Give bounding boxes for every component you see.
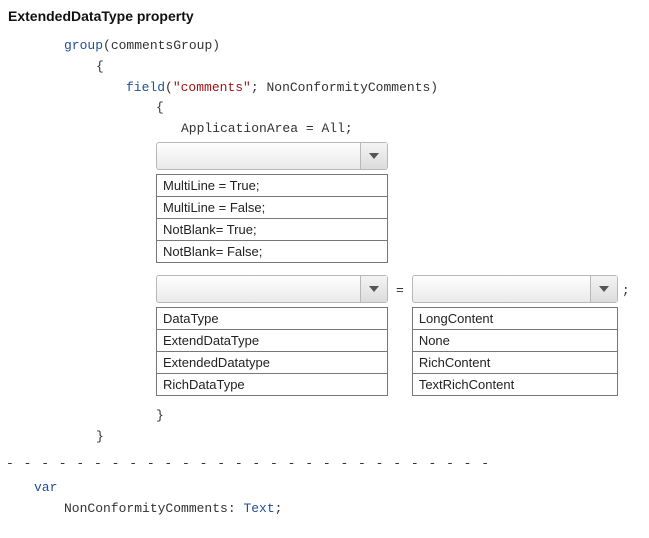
- code-line: {: [6, 57, 643, 78]
- combobox-button[interactable]: [360, 143, 387, 169]
- combobox-button[interactable]: [360, 276, 387, 302]
- paren-close: ): [212, 38, 220, 53]
- list-item[interactable]: TextRichContent: [413, 374, 617, 396]
- option-list-left: DataType ExtendDataType ExtendedDatatype…: [156, 307, 388, 396]
- paren-open: (: [103, 38, 111, 53]
- paren-open: (: [165, 80, 173, 95]
- brace-open: {: [96, 59, 104, 74]
- chevron-down-icon: [369, 279, 379, 300]
- dropdown-block-left: DataType ExtendDataType ExtendedDatatype…: [156, 275, 388, 396]
- combobox-right[interactable]: [412, 275, 618, 303]
- code-block: group(commentsGroup) { field("comments";…: [6, 36, 643, 520]
- code-line: {: [6, 98, 643, 119]
- list-item[interactable]: MultiLine = True;: [157, 175, 387, 197]
- code-line: field("comments"; NonConformityComments): [6, 78, 643, 99]
- chevron-down-icon: [599, 279, 609, 300]
- combobox-value[interactable]: [157, 143, 360, 169]
- option-list-top: MultiLine = True; MultiLine = False; Not…: [156, 174, 388, 263]
- equals: =: [306, 121, 314, 136]
- paren-close: ): [430, 80, 438, 95]
- dropdown-row: DataType ExtendDataType ExtendedDatatype…: [156, 275, 643, 396]
- list-item[interactable]: MultiLine = False;: [157, 197, 387, 219]
- list-item[interactable]: RichDataType: [157, 374, 387, 396]
- list-item[interactable]: DataType: [157, 308, 387, 330]
- list-item[interactable]: ExtendedDatatype: [157, 352, 387, 374]
- page-title: ExtendedDataType property: [6, 8, 643, 24]
- semicolon: ;: [251, 80, 259, 95]
- equals: =: [396, 275, 404, 302]
- code-line: }: [6, 427, 643, 448]
- property-value: All: [321, 121, 344, 136]
- combobox-value[interactable]: [157, 276, 360, 302]
- list-item[interactable]: NotBlank= False;: [157, 241, 387, 263]
- brace-close: }: [156, 408, 164, 423]
- combobox-top[interactable]: [156, 142, 388, 170]
- code-line: NonConformityComments: Text;: [6, 499, 643, 520]
- combobox-left[interactable]: [156, 275, 388, 303]
- list-item[interactable]: RichContent: [413, 352, 617, 374]
- semicolon: ;: [345, 121, 353, 136]
- semicolon: ;: [622, 275, 630, 302]
- combobox-value[interactable]: [413, 276, 590, 302]
- chevron-down-icon: [369, 146, 379, 167]
- separator-dashes: - - - - - - - - - - - - - - - - - - - - …: [6, 454, 643, 475]
- group-arg: commentsGroup: [111, 38, 212, 53]
- list-item[interactable]: NotBlank= True;: [157, 219, 387, 241]
- semicolon: ;: [275, 501, 283, 516]
- dropdown-block-top: MultiLine = True; MultiLine = False; Not…: [156, 142, 643, 263]
- code-line: }: [6, 406, 643, 427]
- var-name: NonConformityComments: [64, 501, 228, 516]
- document-page: ExtendedDataType property group(comments…: [0, 0, 649, 538]
- code-line: var: [6, 478, 643, 499]
- combobox-button[interactable]: [590, 276, 617, 302]
- code-line: ApplicationArea = All;: [6, 119, 643, 140]
- brace-close: }: [96, 429, 104, 444]
- keyword-group: group: [64, 38, 103, 53]
- keyword-field: field: [126, 80, 165, 95]
- field-string: "comments": [173, 80, 251, 95]
- brace-open: {: [156, 100, 164, 115]
- option-list-right: LongContent None RichContent TextRichCon…: [412, 307, 618, 396]
- list-item[interactable]: LongContent: [413, 308, 617, 330]
- field-ident: NonConformityComments: [266, 80, 430, 95]
- colon: :: [228, 501, 236, 516]
- dropdown-block-right: LongContent None RichContent TextRichCon…: [412, 275, 618, 396]
- list-item[interactable]: ExtendDataType: [157, 330, 387, 352]
- list-item[interactable]: None: [413, 330, 617, 352]
- code-line: group(commentsGroup): [6, 36, 643, 57]
- var-type: Text: [243, 501, 274, 516]
- keyword-var: var: [34, 480, 57, 495]
- property-name: ApplicationArea: [181, 121, 298, 136]
